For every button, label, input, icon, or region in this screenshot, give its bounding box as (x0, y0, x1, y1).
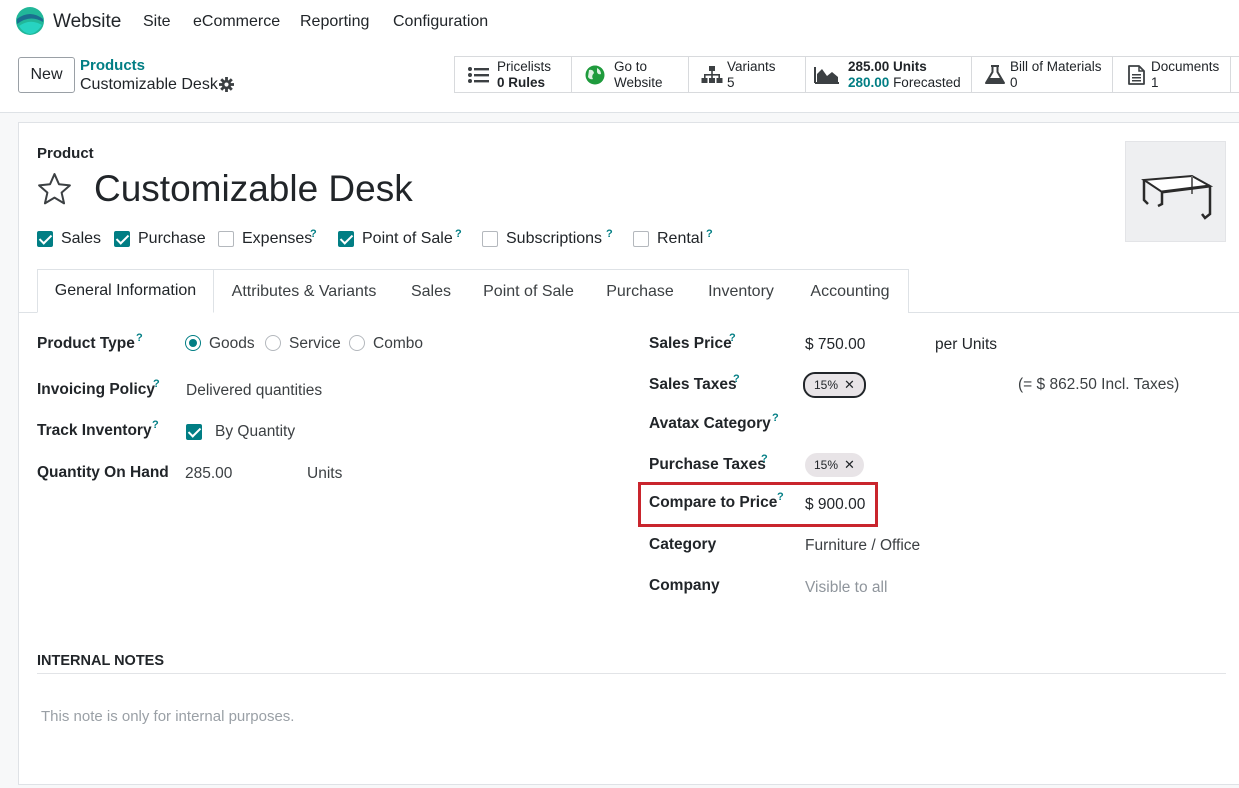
purchase-tax-tag[interactable]: 15% ✕ (805, 453, 864, 477)
star-icon[interactable] (36, 171, 73, 208)
go-to-website-smart-button[interactable]: Go to Website (572, 57, 689, 92)
menu-ecommerce[interactable]: eCommerce (193, 13, 280, 31)
invoicing-policy-label: Invoicing Policy (37, 381, 155, 398)
quantity-on-hand-value: 285.00 (185, 465, 233, 482)
track-inventory-tracking[interactable]: By Quantity (215, 423, 295, 441)
company-label: Company (649, 577, 720, 594)
rental-flag-label: Rental (657, 230, 704, 247)
service-radio[interactable] (265, 335, 281, 351)
subscriptions-checkbox[interactable] (482, 231, 498, 247)
list-icon (468, 67, 489, 83)
tab-attributes-variants[interactable]: Attributes & Variants (213, 269, 396, 313)
internal-notes-field[interactable]: This note is only for internal purposes. (41, 708, 294, 725)
pricelists-smart-button[interactable]: Pricelists 0 Rules (455, 57, 572, 92)
product-image[interactable] (1125, 141, 1226, 242)
menu-configuration[interactable]: Configuration (393, 13, 488, 31)
menu-site[interactable]: Site (143, 13, 171, 31)
breadcrumb-current: Customizable Desk (80, 76, 218, 93)
subscriptions-help-icon[interactable]: ? (606, 228, 613, 240)
product-label: Product (37, 145, 94, 162)
sales-tax-included-amount: (= $ 862.50 Incl. Taxes) (1018, 376, 1180, 393)
variants-smart-button[interactable]: Variants 5 (689, 57, 806, 92)
subscriptions-flag-label: Subscriptions (506, 230, 603, 247)
menu-reporting[interactable]: Reporting (300, 13, 369, 31)
point-of-sale-help-icon[interactable]: ? (455, 228, 462, 240)
desk-image-icon (1141, 174, 1214, 220)
flask-icon (985, 65, 1005, 84)
area-chart-icon (814, 67, 839, 84)
track-inventory-checkbox[interactable] (186, 424, 202, 440)
goods-radio[interactable] (185, 335, 201, 351)
bill-of-materials-smart-button[interactable]: Bill of Materials 0 (972, 57, 1113, 92)
sitemap-icon (701, 66, 723, 83)
product-name[interactable]: Customizable Desk (94, 168, 413, 210)
combo-radio[interactable] (349, 335, 365, 351)
invoicing-policy-field[interactable]: Delivered quantities (186, 382, 322, 400)
point-of-sale-flag-label: Point of Sale (362, 230, 453, 247)
sales-price-field[interactable]: $ 750.00 (805, 336, 865, 354)
app-name[interactable]: Website (53, 11, 121, 33)
smart-buttons-bar: Pricelists 0 Rules Go to Website Variant… (454, 56, 1239, 93)
expenses-flag-label: Expenses (242, 230, 313, 247)
internal-notes-divider (37, 673, 1226, 674)
sales-flag-label: Sales (61, 230, 102, 247)
top-navbar: Website Site eCommerce Reporting Configu… (0, 0, 1239, 44)
sales-price-uom: per Units (935, 336, 998, 353)
purchase-taxes-help-icon[interactable]: ? (761, 453, 768, 465)
breadcrumb-products[interactable]: Products (80, 57, 145, 74)
rental-help-icon[interactable]: ? (706, 228, 713, 240)
avatax-category-help-icon[interactable]: ? (772, 412, 779, 424)
tab-inventory[interactable]: Inventory (690, 269, 793, 313)
sales-tax-tag[interactable]: 15% ✕ (803, 372, 866, 398)
purchase-flag-label: Purchase (138, 230, 206, 247)
gear-icon[interactable] (219, 77, 234, 92)
stock-smart-button[interactable]: 285.00 Units 280.00 Forecasted (806, 57, 972, 92)
point-of-sale-checkbox[interactable] (338, 231, 354, 247)
service-option-label: Service (289, 335, 341, 352)
rental-checkbox[interactable] (633, 231, 649, 247)
product-type-label: Product Type (37, 335, 135, 352)
track-inventory-help-icon[interactable]: ? (152, 419, 159, 431)
expenses-help-icon[interactable]: ? (310, 228, 317, 240)
internal-notes-title: INTERNAL NOTES (37, 653, 165, 669)
sales-taxes-help-icon[interactable]: ? (733, 373, 740, 385)
form-sheet (18, 122, 1239, 785)
quantity-on-hand-uom: Units (307, 465, 343, 482)
category-field[interactable]: Furniture / Office (805, 537, 920, 555)
tab-purchase[interactable]: Purchase (590, 269, 691, 313)
highlight-box (638, 482, 878, 527)
tab-sales[interactable]: Sales (395, 269, 468, 313)
new-button[interactable]: New (18, 57, 75, 93)
category-label: Category (649, 536, 717, 553)
invoicing-policy-help-icon[interactable]: ? (153, 378, 160, 390)
purchase-taxes-label: Purchase Taxes (649, 456, 766, 473)
sales-price-label: Sales Price (649, 335, 732, 352)
tab-general-information[interactable]: General Information (37, 269, 214, 313)
track-inventory-label: Track Inventory (37, 422, 152, 439)
tab-accounting[interactable]: Accounting (792, 269, 909, 313)
documents-smart-button[interactable]: Documents 1 (1113, 57, 1231, 92)
expenses-checkbox[interactable] (218, 231, 234, 247)
sales-taxes-label: Sales Taxes (649, 376, 737, 393)
combo-option-label: Combo (373, 335, 423, 352)
avatax-category-label: Avatax Category (649, 415, 771, 432)
tab-point-of-sale[interactable]: Point of Sale (467, 269, 591, 313)
purchase-checkbox[interactable] (114, 231, 130, 247)
product-type-help-icon[interactable]: ? (136, 332, 143, 344)
globe-icon (585, 65, 605, 85)
remove-sales-tax-icon[interactable]: ✕ (844, 377, 855, 393)
remove-purchase-tax-icon[interactable]: ✕ (844, 457, 855, 473)
sales-checkbox[interactable] (37, 231, 53, 247)
sales-price-help-icon[interactable]: ? (729, 332, 736, 344)
goods-option-label: Goods (209, 335, 255, 352)
website-app-icon[interactable] (15, 6, 45, 36)
quantity-on-hand-label: Quantity On Hand (37, 464, 169, 481)
company-field[interactable]: Visible to all (805, 579, 887, 597)
document-icon (1128, 65, 1145, 85)
